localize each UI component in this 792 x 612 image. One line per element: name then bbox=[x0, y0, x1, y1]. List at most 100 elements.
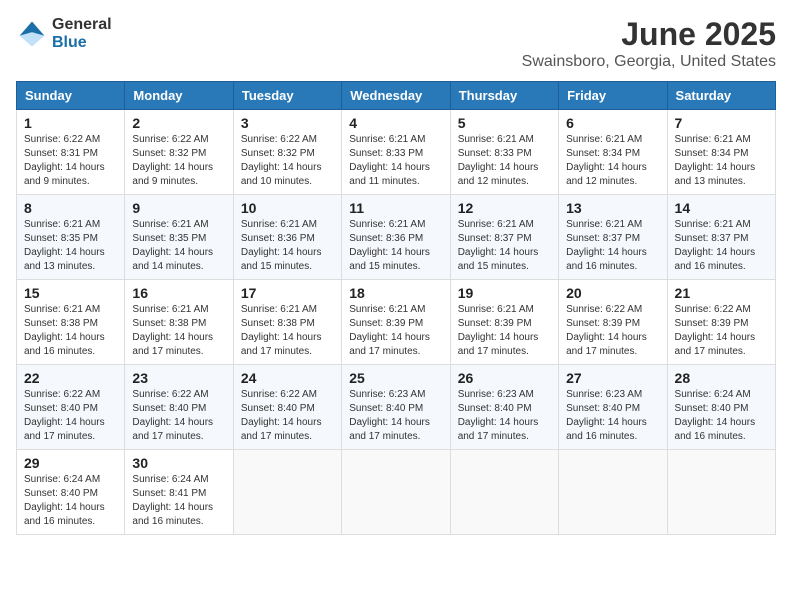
calendar-cell: 25 Sunrise: 6:23 AMSunset: 8:40 PMDaylig… bbox=[342, 365, 450, 450]
logo-icon bbox=[16, 18, 48, 50]
calendar-cell: 19 Sunrise: 6:21 AMSunset: 8:39 PMDaylig… bbox=[450, 280, 558, 365]
day-info: Sunrise: 6:21 AMSunset: 8:37 PMDaylight:… bbox=[566, 219, 647, 272]
weekday-header-thursday: Thursday bbox=[450, 82, 558, 110]
day-info: Sunrise: 6:21 AMSunset: 8:36 PMDaylight:… bbox=[349, 219, 430, 272]
calendar-cell: 20 Sunrise: 6:22 AMSunset: 8:39 PMDaylig… bbox=[559, 280, 667, 365]
calendar-cell: 21 Sunrise: 6:22 AMSunset: 8:39 PMDaylig… bbox=[667, 280, 775, 365]
day-info: Sunrise: 6:22 AMSunset: 8:39 PMDaylight:… bbox=[566, 304, 647, 357]
calendar-week-3: 15 Sunrise: 6:21 AMSunset: 8:38 PMDaylig… bbox=[17, 280, 776, 365]
day-number: 10 bbox=[241, 200, 334, 216]
calendar-cell: 5 Sunrise: 6:21 AMSunset: 8:33 PMDayligh… bbox=[450, 110, 558, 195]
calendar-week-1: 1 Sunrise: 6:22 AMSunset: 8:31 PMDayligh… bbox=[17, 110, 776, 195]
calendar-cell: 22 Sunrise: 6:22 AMSunset: 8:40 PMDaylig… bbox=[17, 365, 125, 450]
day-number: 1 bbox=[24, 115, 117, 131]
calendar-cell: 13 Sunrise: 6:21 AMSunset: 8:37 PMDaylig… bbox=[559, 195, 667, 280]
day-number: 9 bbox=[132, 200, 225, 216]
day-number: 22 bbox=[24, 370, 117, 386]
day-number: 20 bbox=[566, 285, 659, 301]
day-number: 16 bbox=[132, 285, 225, 301]
calendar-cell: 28 Sunrise: 6:24 AMSunset: 8:40 PMDaylig… bbox=[667, 365, 775, 450]
weekday-header-tuesday: Tuesday bbox=[233, 82, 341, 110]
day-number: 29 bbox=[24, 455, 117, 471]
weekday-header-saturday: Saturday bbox=[667, 82, 775, 110]
day-info: Sunrise: 6:21 AMSunset: 8:37 PMDaylight:… bbox=[675, 219, 756, 272]
calendar-cell: 27 Sunrise: 6:23 AMSunset: 8:40 PMDaylig… bbox=[559, 365, 667, 450]
calendar-cell: 1 Sunrise: 6:22 AMSunset: 8:31 PMDayligh… bbox=[17, 110, 125, 195]
calendar-cell: 15 Sunrise: 6:21 AMSunset: 8:38 PMDaylig… bbox=[17, 280, 125, 365]
day-info: Sunrise: 6:21 AMSunset: 8:38 PMDaylight:… bbox=[132, 304, 213, 357]
calendar-cell: 10 Sunrise: 6:21 AMSunset: 8:36 PMDaylig… bbox=[233, 195, 341, 280]
day-info: Sunrise: 6:21 AMSunset: 8:35 PMDaylight:… bbox=[24, 219, 105, 272]
day-info: Sunrise: 6:22 AMSunset: 8:40 PMDaylight:… bbox=[241, 389, 322, 442]
day-info: Sunrise: 6:21 AMSunset: 8:33 PMDaylight:… bbox=[349, 134, 430, 187]
day-number: 4 bbox=[349, 115, 442, 131]
day-info: Sunrise: 6:22 AMSunset: 8:32 PMDaylight:… bbox=[132, 134, 213, 187]
day-info: Sunrise: 6:24 AMSunset: 8:40 PMDaylight:… bbox=[675, 389, 756, 442]
day-number: 28 bbox=[675, 370, 768, 386]
day-info: Sunrise: 6:21 AMSunset: 8:39 PMDaylight:… bbox=[349, 304, 430, 357]
day-number: 18 bbox=[349, 285, 442, 301]
day-number: 17 bbox=[241, 285, 334, 301]
calendar-cell: 16 Sunrise: 6:21 AMSunset: 8:38 PMDaylig… bbox=[125, 280, 233, 365]
calendar-week-5: 29 Sunrise: 6:24 AMSunset: 8:40 PMDaylig… bbox=[17, 450, 776, 535]
day-info: Sunrise: 6:24 AMSunset: 8:41 PMDaylight:… bbox=[132, 474, 213, 527]
day-number: 26 bbox=[458, 370, 551, 386]
calendar-cell: 17 Sunrise: 6:21 AMSunset: 8:38 PMDaylig… bbox=[233, 280, 341, 365]
calendar-cell: 24 Sunrise: 6:22 AMSunset: 8:40 PMDaylig… bbox=[233, 365, 341, 450]
day-info: Sunrise: 6:22 AMSunset: 8:32 PMDaylight:… bbox=[241, 134, 322, 187]
calendar-cell bbox=[450, 450, 558, 535]
calendar-cell: 18 Sunrise: 6:21 AMSunset: 8:39 PMDaylig… bbox=[342, 280, 450, 365]
calendar-cell: 26 Sunrise: 6:23 AMSunset: 8:40 PMDaylig… bbox=[450, 365, 558, 450]
calendar-cell bbox=[233, 450, 341, 535]
day-number: 12 bbox=[458, 200, 551, 216]
page-header: General Blue June 2025 Swainsboro, Georg… bbox=[16, 16, 776, 71]
day-number: 8 bbox=[24, 200, 117, 216]
calendar-table: SundayMondayTuesdayWednesdayThursdayFrid… bbox=[16, 81, 776, 535]
location-subtitle: Swainsboro, Georgia, United States bbox=[522, 53, 776, 71]
day-info: Sunrise: 6:22 AMSunset: 8:40 PMDaylight:… bbox=[24, 389, 105, 442]
calendar-cell: 8 Sunrise: 6:21 AMSunset: 8:35 PMDayligh… bbox=[17, 195, 125, 280]
day-info: Sunrise: 6:21 AMSunset: 8:34 PMDaylight:… bbox=[675, 134, 756, 187]
calendar-cell bbox=[342, 450, 450, 535]
weekday-header-monday: Monday bbox=[125, 82, 233, 110]
logo: General Blue bbox=[16, 16, 112, 51]
weekday-header-wednesday: Wednesday bbox=[342, 82, 450, 110]
day-number: 11 bbox=[349, 200, 442, 216]
day-number: 2 bbox=[132, 115, 225, 131]
day-info: Sunrise: 6:23 AMSunset: 8:40 PMDaylight:… bbox=[566, 389, 647, 442]
calendar-cell: 7 Sunrise: 6:21 AMSunset: 8:34 PMDayligh… bbox=[667, 110, 775, 195]
calendar-cell: 30 Sunrise: 6:24 AMSunset: 8:41 PMDaylig… bbox=[125, 450, 233, 535]
calendar-cell bbox=[559, 450, 667, 535]
day-number: 21 bbox=[675, 285, 768, 301]
weekday-header-sunday: Sunday bbox=[17, 82, 125, 110]
calendar-week-2: 8 Sunrise: 6:21 AMSunset: 8:35 PMDayligh… bbox=[17, 195, 776, 280]
day-info: Sunrise: 6:23 AMSunset: 8:40 PMDaylight:… bbox=[349, 389, 430, 442]
day-info: Sunrise: 6:21 AMSunset: 8:38 PMDaylight:… bbox=[241, 304, 322, 357]
calendar-header-row: SundayMondayTuesdayWednesdayThursdayFrid… bbox=[17, 82, 776, 110]
logo-blue-text: Blue bbox=[52, 34, 112, 52]
calendar-cell: 29 Sunrise: 6:24 AMSunset: 8:40 PMDaylig… bbox=[17, 450, 125, 535]
day-number: 7 bbox=[675, 115, 768, 131]
calendar-cell: 3 Sunrise: 6:22 AMSunset: 8:32 PMDayligh… bbox=[233, 110, 341, 195]
day-number: 14 bbox=[675, 200, 768, 216]
calendar-cell bbox=[667, 450, 775, 535]
month-title: June 2025 bbox=[522, 16, 776, 53]
calendar-cell: 12 Sunrise: 6:21 AMSunset: 8:37 PMDaylig… bbox=[450, 195, 558, 280]
day-number: 23 bbox=[132, 370, 225, 386]
logo-general-text: General bbox=[52, 16, 112, 34]
day-info: Sunrise: 6:23 AMSunset: 8:40 PMDaylight:… bbox=[458, 389, 539, 442]
title-block: June 2025 Swainsboro, Georgia, United St… bbox=[522, 16, 776, 71]
calendar-cell: 4 Sunrise: 6:21 AMSunset: 8:33 PMDayligh… bbox=[342, 110, 450, 195]
day-info: Sunrise: 6:21 AMSunset: 8:36 PMDaylight:… bbox=[241, 219, 322, 272]
day-info: Sunrise: 6:22 AMSunset: 8:40 PMDaylight:… bbox=[132, 389, 213, 442]
day-info: Sunrise: 6:21 AMSunset: 8:34 PMDaylight:… bbox=[566, 134, 647, 187]
day-info: Sunrise: 6:21 AMSunset: 8:38 PMDaylight:… bbox=[24, 304, 105, 357]
day-number: 24 bbox=[241, 370, 334, 386]
calendar-cell: 2 Sunrise: 6:22 AMSunset: 8:32 PMDayligh… bbox=[125, 110, 233, 195]
calendar-cell: 14 Sunrise: 6:21 AMSunset: 8:37 PMDaylig… bbox=[667, 195, 775, 280]
day-number: 5 bbox=[458, 115, 551, 131]
day-info: Sunrise: 6:24 AMSunset: 8:40 PMDaylight:… bbox=[24, 474, 105, 527]
weekday-header-friday: Friday bbox=[559, 82, 667, 110]
calendar-cell: 23 Sunrise: 6:22 AMSunset: 8:40 PMDaylig… bbox=[125, 365, 233, 450]
day-info: Sunrise: 6:22 AMSunset: 8:31 PMDaylight:… bbox=[24, 134, 105, 187]
